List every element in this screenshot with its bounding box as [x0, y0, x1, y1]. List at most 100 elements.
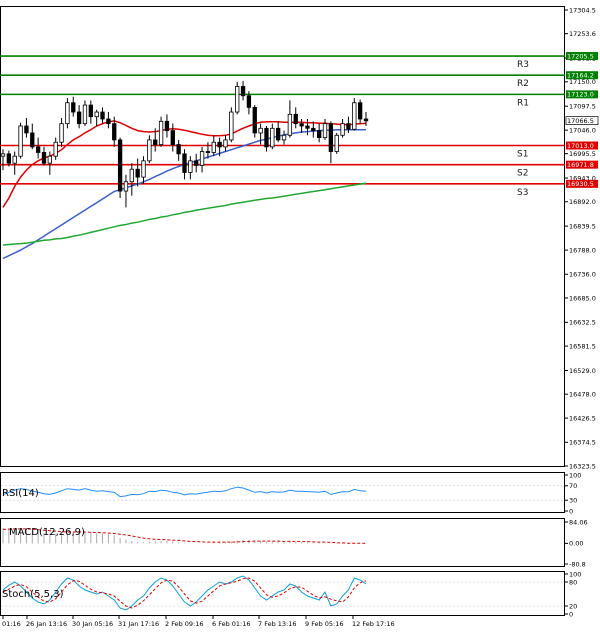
- candle-body: [205, 151, 211, 153]
- price-tick-label: 16529.0: [569, 367, 596, 375]
- candle-body: [106, 118, 111, 125]
- candle-body: [76, 111, 82, 125]
- candle: [229, 107, 234, 143]
- candle-body: [53, 141, 58, 157]
- price-tick-label: 16995.5: [569, 150, 596, 158]
- candle-body: [6, 153, 12, 164]
- candle-body: [41, 152, 47, 164]
- candle-body: [164, 120, 170, 132]
- rsi-tick-label: 70: [569, 482, 577, 490]
- candle-body: [246, 95, 252, 108]
- candle-body: [129, 168, 134, 183]
- candle-body: [199, 151, 205, 166]
- candle-body: [71, 102, 76, 113]
- candle-body: [82, 104, 88, 125]
- price-tick-label: 16839.5: [569, 222, 596, 230]
- candle-body: [322, 123, 328, 138]
- candle-body: [24, 125, 29, 134]
- level-name-r3: R3: [517, 60, 529, 70]
- stoch-tick-label: 0: [569, 610, 573, 618]
- price-tick-label: 16426.5: [569, 414, 596, 422]
- candle-body: [293, 113, 298, 125]
- price-tick-label: 16632.5: [569, 319, 596, 327]
- candle-body: [281, 134, 287, 141]
- candle: [352, 98, 357, 131]
- price-tick-label: 17046.0: [569, 126, 596, 134]
- candle-body: [59, 123, 64, 143]
- level-name-r1: R1: [517, 98, 529, 108]
- rsi-tick-label: 0: [569, 507, 573, 515]
- macd-tick-label: 0.00: [569, 540, 583, 548]
- candle-body: [170, 130, 175, 145]
- price-tick-label: 17253.6: [569, 30, 596, 38]
- time-tick-label: 26 Jan 13:16: [26, 620, 67, 628]
- level-name-s3: S3: [517, 188, 528, 198]
- time-axis: 01:16 26 Jan 13:16 30 Jan 05:16 31 Jan 17:1…: [2, 616, 395, 628]
- macd-tick-label: 84.06: [569, 518, 588, 526]
- price-tick-label: 16892.0: [569, 198, 596, 206]
- level-name-s1: S1: [517, 149, 528, 159]
- macd-panel: 84.06 0.00 -80.8 MACD(12,26,9): [0, 518, 588, 568]
- time-tick-label: 12 Feb 17:16: [352, 620, 395, 628]
- price-tick-label: 16374.5: [569, 439, 596, 447]
- rsi-panel: 100 70 30 0 RSI(14): [0, 471, 581, 515]
- candle-body: [194, 160, 199, 166]
- candle-body: [176, 144, 181, 155]
- candle-body: [123, 181, 129, 192]
- stoch-panel-frame: [0, 571, 565, 616]
- candle-body: [135, 168, 140, 178]
- candle: [252, 105, 257, 138]
- time-tick-label: 30 Jan 05:16: [72, 620, 113, 628]
- candle-body: [112, 123, 117, 141]
- candle-body: [147, 139, 152, 162]
- candle-body: [65, 102, 70, 125]
- candle: [235, 81, 240, 115]
- time-tick-label: 9 Feb 05:16: [305, 620, 344, 628]
- time-tick-label: 2 Feb 09:16: [165, 620, 204, 628]
- candle-body: [153, 139, 158, 145]
- price-tick-label: 17097.5: [569, 103, 596, 111]
- candle-body: [0, 153, 6, 157]
- level-name-r2: R2: [517, 79, 529, 89]
- candle-body: [188, 160, 193, 173]
- candle-body: [182, 153, 187, 173]
- price-tick-label: 16323.5: [569, 462, 596, 470]
- candle-body: [270, 127, 275, 148]
- time-tick-label: 6 Feb 01:16: [212, 620, 251, 628]
- candle-body: [217, 141, 222, 148]
- candle-body: [299, 123, 304, 127]
- candle: [334, 132, 339, 154]
- main-panel: 17304.517253.617201.117150.017097.517046…: [0, 6, 599, 470]
- current-price-label: 17066.5: [567, 117, 594, 125]
- level-price-label-s3: 16930.5: [567, 180, 594, 188]
- candle: [65, 98, 70, 129]
- candle-body: [30, 132, 35, 148]
- candle: [158, 116, 164, 147]
- candle-body: [18, 125, 23, 157]
- level-price-label-s1: 17013.0: [567, 142, 594, 150]
- candle: [18, 122, 23, 159]
- candle-body: [317, 130, 322, 138]
- level-price-label-r3: 17205.5: [567, 52, 594, 60]
- candle-body: [100, 111, 105, 120]
- candle-body: [117, 139, 123, 192]
- candle-body: [276, 127, 281, 141]
- candle-body: [141, 160, 146, 178]
- price-tick-label: 16685.0: [569, 294, 596, 302]
- candle-body: [223, 139, 228, 148]
- candle-body: [305, 125, 310, 129]
- candle-body: [311, 127, 316, 132]
- candle-body: [357, 102, 363, 120]
- level-price-label-r1: 17123.0: [567, 91, 594, 99]
- price-tick-label: 16581.5: [569, 342, 596, 350]
- candle: [117, 137, 123, 199]
- candle-body: [88, 104, 93, 118]
- stoch-panel: 10080 200 Stoch(5,5,3): [0, 570, 581, 618]
- candle-body: [346, 123, 351, 130]
- candle-body: [235, 86, 240, 113]
- stoch-tick-label: 20: [569, 602, 577, 610]
- candle-body: [211, 141, 216, 153]
- time-tick-label: 01:16: [2, 620, 21, 628]
- candle-body: [328, 123, 334, 152]
- level-price-label-r2: 17164.2: [567, 72, 594, 80]
